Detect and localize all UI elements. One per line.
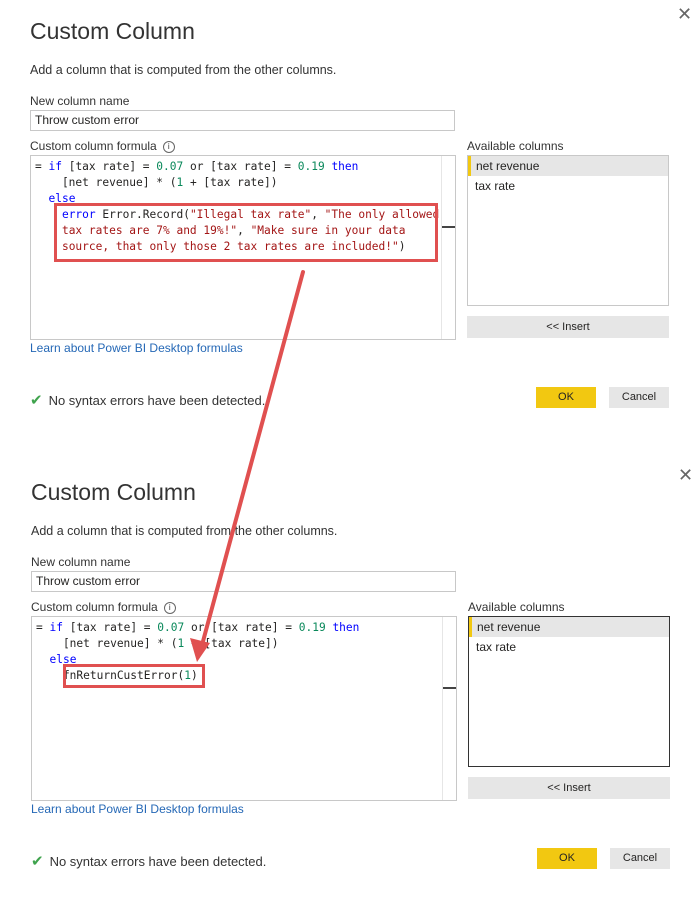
highlight-box	[54, 203, 438, 262]
code-token: if	[49, 621, 63, 634]
new-column-label: New column name	[30, 94, 130, 108]
custom-column-dialog-refactored: ✕ Custom Column Add a column that is com…	[1, 461, 700, 911]
code-line: = if [tax rate] = 0.07 or [tax rate] = 0…	[36, 620, 359, 636]
code-line: = if [tax rate] = 0.07 or [tax rate] = 0…	[35, 159, 439, 175]
dialog-subtitle: Add a column that is computed from the o…	[31, 524, 338, 538]
editor-scrollbar[interactable]	[441, 156, 455, 339]
insert-button[interactable]: << Insert	[467, 316, 669, 338]
editor-scrollbar[interactable]	[442, 617, 456, 800]
close-icon[interactable]: ✕	[678, 465, 693, 486]
new-column-name-input[interactable]: Throw custom error	[30, 110, 455, 131]
formula-editor[interactable]: = if [tax rate] = 0.07 or [tax rate] = 0…	[30, 155, 456, 340]
info-icon[interactable]: i	[163, 602, 176, 614]
dialog-title: Custom Column	[31, 479, 196, 505]
ok-button[interactable]: OK	[536, 387, 596, 408]
code-token: =	[36, 621, 50, 634]
new-column-label: New column name	[31, 555, 131, 569]
available-columns-label: Available columns	[468, 600, 565, 614]
scroll-marker	[442, 226, 455, 228]
code-token: + [tax rate])	[183, 176, 278, 189]
code-line: [net revenue] * (1 + [tax rate])	[35, 175, 439, 191]
ok-button[interactable]: OK	[537, 848, 597, 869]
syntax-status: ✔ No syntax errors have been detected.	[31, 852, 266, 870]
checkmark-icon: ✔	[30, 392, 43, 409]
column-item-net-revenue[interactable]: net revenue	[468, 156, 668, 176]
cancel-button[interactable]: Cancel	[609, 387, 669, 408]
code-token: or [tax rate] =	[183, 160, 298, 173]
code-token: 0.19	[298, 621, 326, 634]
status-text: No syntax errors have been detected.	[48, 393, 266, 408]
highlight-box	[63, 664, 205, 688]
available-columns-label: Available columns	[467, 139, 564, 153]
scroll-marker	[443, 687, 456, 689]
formula-editor[interactable]: = if [tax rate] = 0.07 or [tax rate] = 0…	[31, 616, 457, 801]
formula-label-row: Custom column formula i	[30, 139, 175, 153]
code-token: then	[331, 160, 359, 173]
column-item-tax-rate[interactable]: tax rate	[469, 637, 669, 657]
code-token: + [tax rate])	[184, 637, 279, 650]
status-text: No syntax errors have been detected.	[49, 854, 267, 869]
checkmark-icon: ✔	[31, 853, 44, 870]
code-token: or [tax rate] =	[184, 621, 299, 634]
column-item-net-revenue[interactable]: net revenue	[469, 617, 669, 637]
code-token: [tax rate] =	[62, 621, 158, 634]
formula-label-row: Custom column formula i	[31, 600, 176, 614]
formula-label: Custom column formula	[30, 139, 157, 153]
code-line: [net revenue] * (1 + [tax rate])	[36, 636, 359, 652]
code-token: 0.07	[156, 160, 184, 173]
learn-formulas-link[interactable]: Learn about Power BI Desktop formulas	[30, 341, 243, 355]
custom-column-dialog-original: ✕ Custom Column Add a column that is com…	[0, 0, 700, 450]
new-column-name-input[interactable]: Throw custom error	[31, 571, 456, 592]
code-token: [tax rate] =	[61, 160, 157, 173]
info-icon[interactable]: i	[162, 141, 175, 153]
column-item-tax-rate[interactable]: tax rate	[468, 176, 668, 196]
code-token: if	[48, 160, 62, 173]
formula-label: Custom column formula	[31, 600, 158, 614]
close-icon[interactable]: ✕	[677, 4, 692, 25]
code-token: [net revenue] * (	[36, 637, 178, 650]
cancel-button[interactable]: Cancel	[610, 848, 670, 869]
syntax-status: ✔ No syntax errors have been detected.	[30, 391, 265, 409]
code-token: =	[35, 160, 49, 173]
insert-button[interactable]: << Insert	[468, 777, 670, 799]
available-columns-list[interactable]: net revenue tax rate	[468, 616, 670, 767]
dialog-title: Custom Column	[30, 18, 195, 44]
code-token: 0.07	[157, 621, 185, 634]
dialog-subtitle: Add a column that is computed from the o…	[30, 63, 337, 77]
code-token: [net revenue] * (	[35, 176, 177, 189]
code-token: then	[332, 621, 360, 634]
available-columns-list[interactable]: net revenue tax rate	[467, 155, 669, 306]
code-token: 0.19	[297, 160, 325, 173]
learn-formulas-link[interactable]: Learn about Power BI Desktop formulas	[31, 802, 244, 816]
